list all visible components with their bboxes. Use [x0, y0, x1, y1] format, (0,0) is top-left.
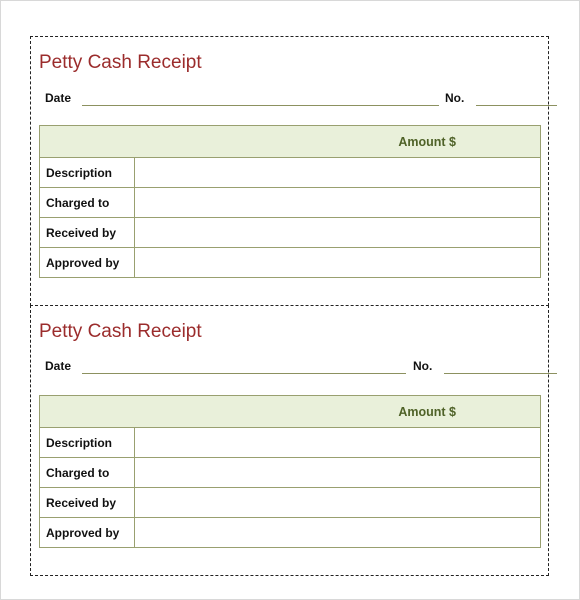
- charged-to-field[interactable]: [134, 457, 541, 488]
- row-label: Received by: [39, 217, 135, 248]
- table-row: Received by: [39, 217, 541, 248]
- row-label: Description: [39, 427, 135, 458]
- table-row: Description: [39, 157, 541, 188]
- date-label: Date: [45, 359, 72, 373]
- receipt-title: Petty Cash Receipt: [39, 52, 202, 73]
- number-label: No.: [413, 359, 433, 373]
- table-row: Approved by: [39, 517, 541, 548]
- receipt-table: Amount $ Description Charged to Received…: [39, 395, 541, 548]
- approved-by-field[interactable]: [134, 517, 541, 548]
- table-row: Received by: [39, 487, 541, 518]
- receipt-2: Petty Cash Receipt Date No. Amount $ Des…: [30, 305, 557, 576]
- description-field[interactable]: [134, 157, 541, 188]
- received-by-field[interactable]: [134, 487, 541, 518]
- date-field[interactable]: [82, 373, 406, 374]
- table-row: Approved by: [39, 247, 541, 278]
- number-label: No.: [445, 91, 465, 105]
- receipt-title: Petty Cash Receipt: [39, 321, 202, 342]
- table-row: Charged to: [39, 457, 541, 488]
- row-label: Approved by: [39, 517, 135, 548]
- receipt-table: Amount $ Description Charged to Received…: [39, 125, 541, 278]
- date-label: Date: [45, 91, 72, 105]
- number-field[interactable]: [444, 373, 557, 374]
- amount-header-row: Amount $: [39, 125, 541, 158]
- amount-header-row: Amount $: [39, 395, 541, 428]
- approved-by-field[interactable]: [134, 247, 541, 278]
- row-label: Charged to: [39, 187, 135, 218]
- number-field[interactable]: [476, 105, 557, 106]
- row-label: Received by: [39, 487, 135, 518]
- table-row: Description: [39, 427, 541, 458]
- description-field[interactable]: [134, 427, 541, 458]
- table-row: Charged to: [39, 187, 541, 218]
- amount-header: Amount $: [39, 125, 541, 158]
- charged-to-field[interactable]: [134, 187, 541, 218]
- row-label: Description: [39, 157, 135, 188]
- row-label: Approved by: [39, 247, 135, 278]
- date-field[interactable]: [82, 105, 439, 106]
- receipt-1: Petty Cash Receipt Date No. Amount $ Des…: [30, 36, 557, 306]
- received-by-field[interactable]: [134, 217, 541, 248]
- row-label: Charged to: [39, 457, 135, 488]
- amount-header: Amount $: [39, 395, 541, 428]
